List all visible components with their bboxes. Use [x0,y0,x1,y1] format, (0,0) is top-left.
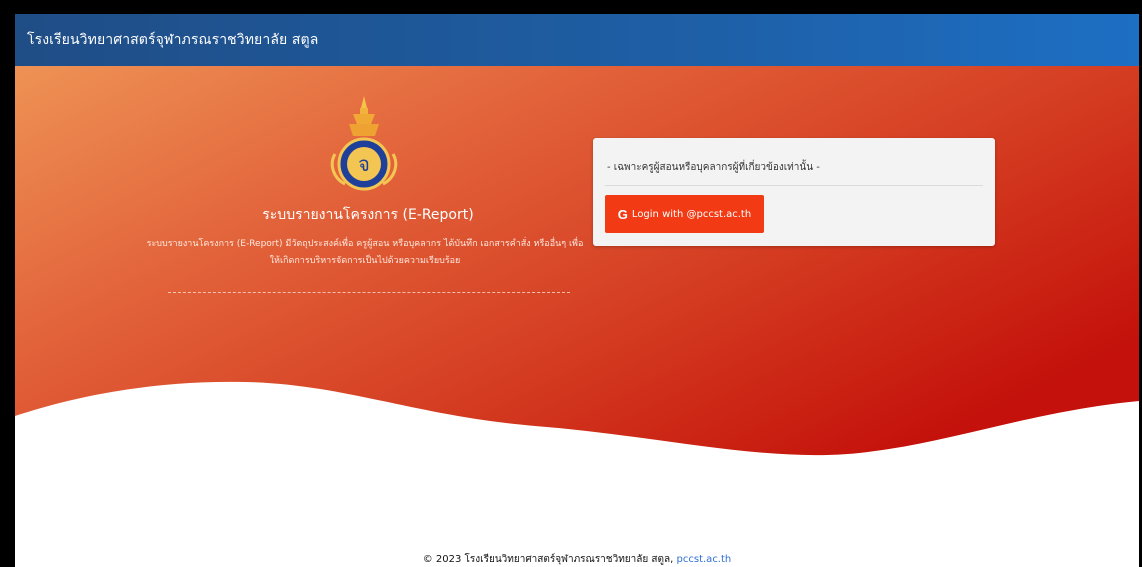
login-card: - เฉพาะครูผู้สอนหรือบุคลากรผู้ที่เกี่ยวข… [593,138,995,246]
login-google-button[interactable]: G Login with @pccst.ac.th [605,195,764,233]
navbar: โรงเรียนวิทยาศาสตร์จุฬาภรณราชวิทยาลัย สต… [15,14,1139,66]
app-title: ระบบรายงานโครงการ (E-Report) [262,207,474,223]
hero-background [15,66,1139,456]
card-separator [605,185,983,186]
footer: © 2023 โรงเรียนวิทยาศาสตร์จุฬาภรณราชวิทย… [15,552,1139,567]
footer-link[interactable]: pccst.ac.th [677,554,732,565]
google-icon: G [617,206,628,222]
school-emblem-icon: จ [330,96,398,191]
footer-copyright: © 2023 โรงเรียนวิทยาศาสตร์จุฬาภรณราชวิทย… [422,554,677,565]
dashed-divider [168,292,570,293]
app-description: ระบบรายงานโครงการ (E-Report) มีวัตถุประส… [146,239,584,266]
hero-section [15,66,1139,486]
login-note: - เฉพาะครูผู้สอนหรือบุคลากรผู้ที่เกี่ยวข… [607,162,820,173]
page: โรงเรียนวิทยาศาสตร์จุฬาภรณราชวิทยาลัย สต… [15,14,1139,567]
login-button-label: Login with @pccst.ac.th [631,208,752,220]
svg-text:จ: จ [358,152,370,176]
site-title[interactable]: โรงเรียนวิทยาศาสตร์จุฬาภรณราชวิทยาลัย สต… [15,29,318,51]
screen-frame: โรงเรียนวิทยาศาสตร์จุฬาภรณราชวิทยาลัย สต… [0,0,1142,567]
